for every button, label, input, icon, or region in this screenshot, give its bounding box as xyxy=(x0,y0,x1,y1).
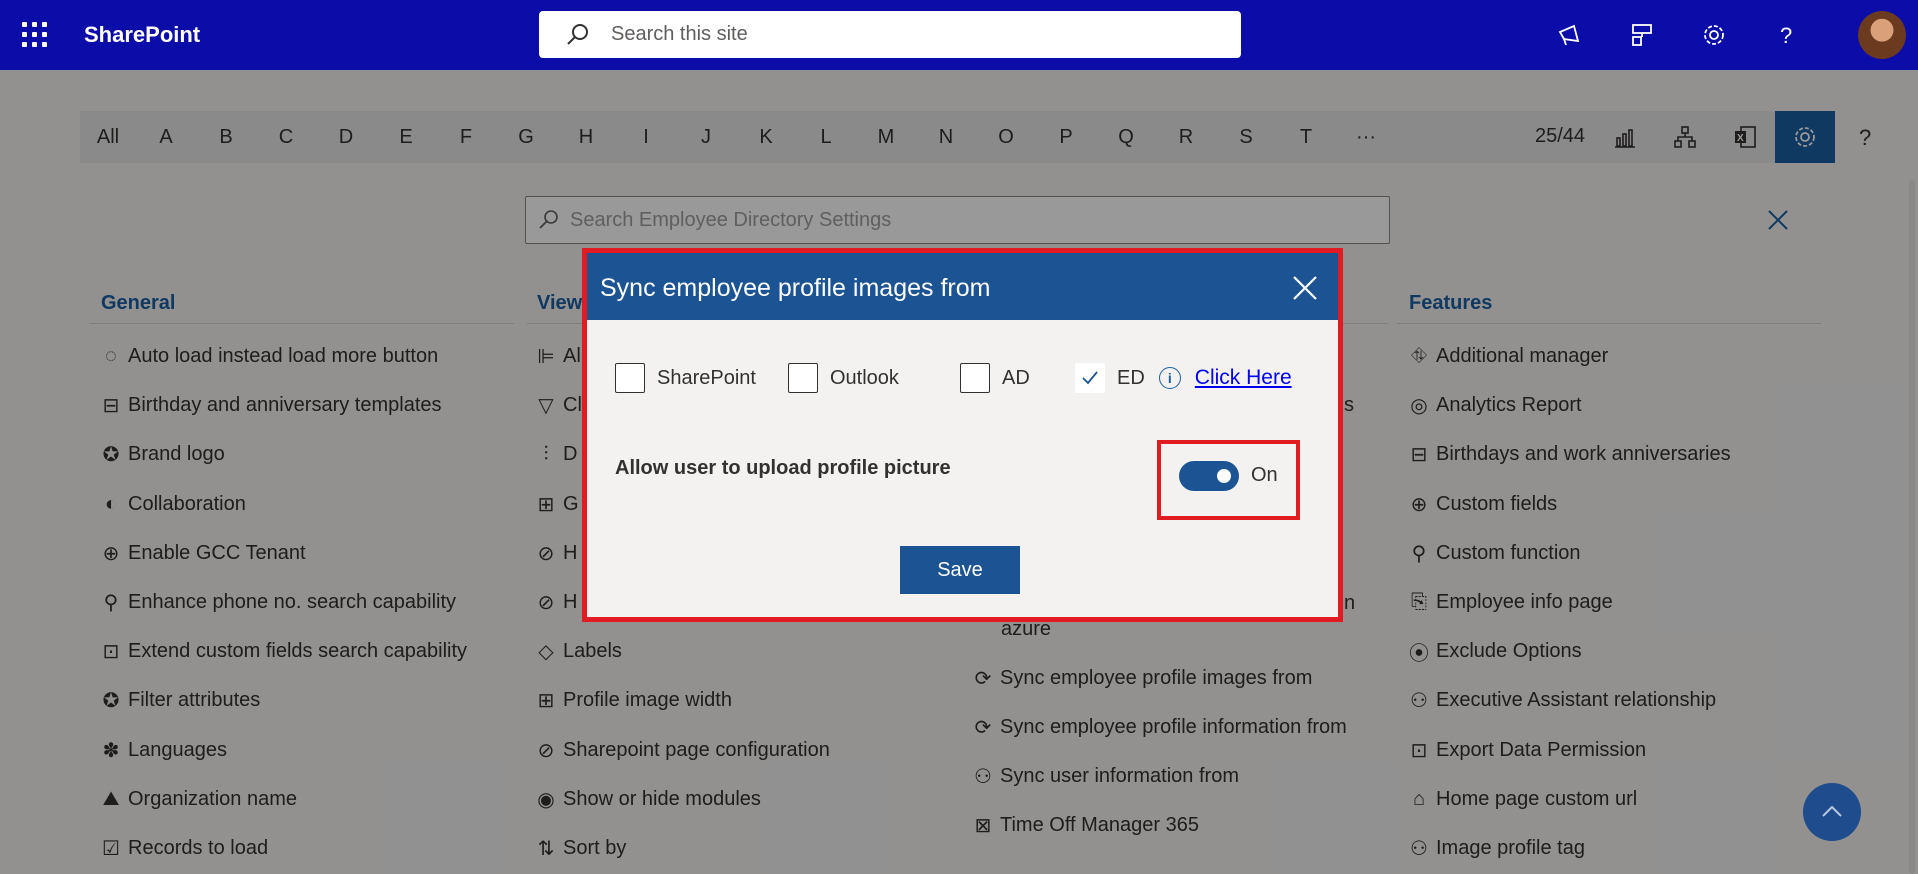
option-label: Outlook xyxy=(830,366,899,389)
ad-checkbox[interactable] xyxy=(960,363,990,393)
avatar[interactable] xyxy=(1858,11,1906,59)
save-button[interactable]: Save xyxy=(900,546,1020,594)
option-ad[interactable]: AD xyxy=(960,363,1030,393)
site-search-box[interactable]: Search this site xyxy=(539,11,1241,58)
option-ed[interactable]: ED i Click Here xyxy=(1075,363,1292,393)
option-outlook[interactable]: Outlook xyxy=(788,363,899,393)
megaphone-icon[interactable] xyxy=(1534,0,1606,70)
option-sharepoint[interactable]: SharePoint xyxy=(615,363,756,393)
ed-checkbox[interactable] xyxy=(1075,363,1105,393)
allow-upload-label: Allow user to upload profile picture xyxy=(615,457,951,479)
sync-images-dialog: Sync employee profile images from ShareP… xyxy=(587,253,1338,617)
outlook-checkbox[interactable] xyxy=(788,363,818,393)
dialog-header: Sync employee profile images from xyxy=(587,253,1338,320)
scroll-to-top-button[interactable] xyxy=(1803,783,1861,841)
chevron-up-icon xyxy=(1822,805,1842,817)
svg-text:?: ? xyxy=(1780,23,1792,48)
app-launcher-icon[interactable] xyxy=(22,22,48,48)
sharepoint-checkbox[interactable] xyxy=(615,363,645,393)
gear-icon[interactable] xyxy=(1678,0,1750,70)
click-here-link[interactable]: Click Here xyxy=(1195,366,1292,390)
allow-upload-toggle[interactable] xyxy=(1179,461,1239,491)
option-label: AD xyxy=(1002,366,1030,389)
search-icon xyxy=(567,23,588,45)
option-label: SharePoint xyxy=(657,366,756,389)
suite-bar: SharePoint Search this site ? xyxy=(0,0,1918,70)
dialog-title: Sync employee profile images from xyxy=(600,274,991,302)
close-icon[interactable] xyxy=(1290,273,1320,303)
site-search-placeholder: Search this site xyxy=(611,23,748,45)
toggle-knob xyxy=(1217,469,1231,483)
checkmark-icon xyxy=(1082,371,1098,385)
scrollbar-thumb[interactable] xyxy=(1909,180,1915,874)
toggle-state-label: On xyxy=(1251,464,1278,486)
share-network-icon[interactable] xyxy=(1606,0,1678,70)
help-icon[interactable]: ? xyxy=(1750,0,1822,70)
option-label: ED xyxy=(1117,366,1145,389)
brand-name[interactable]: SharePoint xyxy=(84,22,200,48)
info-icon[interactable]: i xyxy=(1158,367,1181,389)
